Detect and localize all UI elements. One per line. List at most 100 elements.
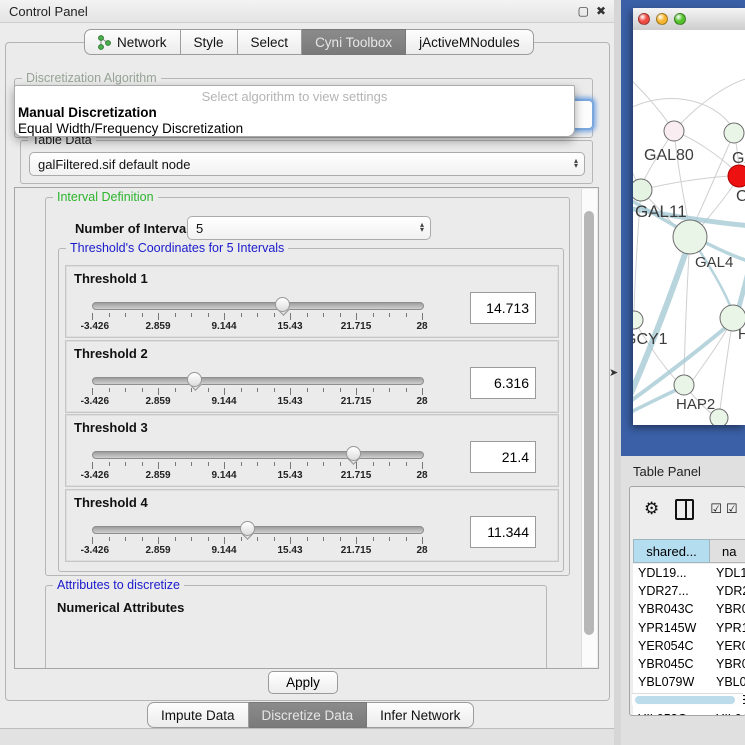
table-row[interactable]: YER054CYER0 <box>633 637 745 655</box>
stepper-icon: ▴▾ <box>420 217 424 239</box>
slider-tick-labels: -3.4262.8599.14415.4321.71528 <box>92 321 422 333</box>
cell-shared-name: YPR145W <box>633 621 708 635</box>
column-header-name[interactable]: na <box>710 539 745 563</box>
attributes-group: Attributes to discretize Numerical Attri… <box>45 585 547 669</box>
tab-label: Cyni Toolbox <box>315 35 392 50</box>
table-data-group: Table Data galFiltered.sif default node … <box>20 140 593 184</box>
algorithm-option-manual[interactable]: Manual Discretization <box>15 104 574 120</box>
tab-style[interactable]: Style <box>181 29 238 55</box>
cell-shared-name: YDL19... <box>633 566 708 580</box>
table-row[interactable]: YIL052CYIL0 <box>633 710 745 717</box>
float-window-icon[interactable]: ▢ <box>578 5 589 17</box>
gear-icon[interactable]: ⚙ <box>644 499 659 519</box>
slider-tick-labels: -3.4262.8599.14415.4321.71528 <box>92 545 422 557</box>
settings-vertical-scrollbar[interactable] <box>581 189 597 667</box>
select-none-checkbox-icon[interactable]: ☑ <box>726 501 738 517</box>
table-header-row: shared... na <box>633 539 745 563</box>
settings-scrollpane: Interval Definition Number of Intervals … <box>14 187 599 669</box>
cell-shared-name: YIL052C <box>633 712 708 716</box>
cell-name: YDL1 <box>708 566 745 580</box>
tab-impute-data[interactable]: Impute Data <box>147 702 249 728</box>
cell-shared-name: YER054C <box>633 639 708 653</box>
node-label: GCY1 <box>633 331 668 348</box>
table-horizontal-scrollbar[interactable] <box>632 693 743 705</box>
threshold-2-slider[interactable] <box>92 377 424 385</box>
table-row[interactable]: YDR27...YDR2 <box>633 582 745 600</box>
table-row[interactable]: YBL079WYBL0 <box>633 673 745 691</box>
threshold-3-panel: Threshold 3-3.4262.8599.14415.4321.71528… <box>65 414 559 487</box>
table-data-value: galFiltered.sif default node <box>38 157 190 172</box>
tab-label: Network <box>117 35 167 50</box>
node-label: HAP2 <box>676 396 715 413</box>
threshold-2-value-field[interactable]: 6.316 <box>470 367 536 399</box>
num-intervals-combobox[interactable]: 5 ▴▾ <box>187 216 431 240</box>
table-toolbar: ⚙ ☑ ☑ <box>630 487 745 531</box>
threshold-4-slider[interactable] <box>92 526 424 534</box>
slider-ticks <box>92 462 422 470</box>
network-node[interactable] <box>674 375 694 395</box>
cell-name: YPR1 <box>708 621 745 635</box>
thresholds-group-title: Threshold's Coordinates for 5 Intervals <box>66 241 288 255</box>
column-header-shared-name[interactable]: shared... <box>633 539 710 563</box>
table-row[interactable]: YPR145WYPR1 <box>633 619 745 637</box>
network-node[interactable] <box>633 179 652 201</box>
edge[interactable] <box>641 176 729 190</box>
network-node[interactable] <box>664 121 684 141</box>
apply-button[interactable]: Apply <box>268 671 338 694</box>
tab-jactivemnodules[interactable]: jActiveMNodules <box>406 29 534 55</box>
network-node[interactable] <box>633 311 643 329</box>
tab-select[interactable]: Select <box>238 29 303 55</box>
minimize-traffic-light-icon[interactable] <box>656 13 668 25</box>
cell-name: YBR0 <box>708 602 745 616</box>
edge[interactable] <box>633 99 732 127</box>
slider-ticks <box>92 313 422 321</box>
network-node[interactable] <box>724 123 744 143</box>
network-canvas[interactable]: GAL80GACGAL11GAL4GCY1HHAP2 <box>633 30 745 425</box>
slider-tick-labels: -3.4262.8599.14415.4321.71528 <box>92 396 422 408</box>
table-row[interactable]: YBR043CYBR0 <box>633 600 745 618</box>
edge[interactable] <box>633 72 674 131</box>
table-panel-title: Table Panel <box>633 464 701 479</box>
network-view-window: GAL80GACGAL11GAL4GCY1HHAP2 <box>633 8 745 425</box>
tab-cyni-toolbox[interactable]: Cyni Toolbox <box>302 29 406 55</box>
numerical-attributes-label: Numerical Attributes <box>57 600 184 615</box>
cell-name: YIL0 <box>708 712 745 716</box>
threshold-3-value-field[interactable]: 21.4 <box>470 441 536 473</box>
attributes-group-title: Attributes to discretize <box>53 578 184 592</box>
tab-network[interactable]: Network <box>84 29 181 55</box>
threshold-1-slider[interactable] <box>92 302 424 310</box>
zoom-traffic-light-icon[interactable] <box>674 13 686 25</box>
table-row[interactable]: YDL19...YDL1 <box>633 564 745 582</box>
close-traffic-light-icon[interactable] <box>638 13 650 25</box>
tab-label: Discretize Data <box>262 708 354 723</box>
threshold-3-slider[interactable] <box>92 451 424 459</box>
cell-name: YBR0 <box>708 657 745 671</box>
network-node[interactable] <box>728 165 745 187</box>
threshold-1-value-field[interactable]: 14.713 <box>470 292 536 324</box>
algorithm-hint: Select algorithm to view settings <box>15 86 574 104</box>
algorithm-option-equal-width[interactable]: Equal Width/Frequency Discretization <box>15 120 574 136</box>
close-icon[interactable]: ✖ <box>596 5 606 17</box>
thresholds-group: Threshold's Coordinates for 5 Intervals … <box>58 248 564 572</box>
control-panel: Control Panel ▢ ✖ Network Style Select Cyni… <box>0 0 615 729</box>
columns-icon[interactable] <box>675 499 694 520</box>
threshold-4-value-field[interactable]: 11.344 <box>470 516 536 548</box>
node-label: GAL80 <box>644 147 694 164</box>
tab-infer-network[interactable]: Infer Network <box>367 702 474 728</box>
top-tab-bar: Network Style Select Cyni Toolbox jActiveMNo… <box>84 29 534 55</box>
num-intervals-value: 5 <box>196 221 203 236</box>
table-data-combobox[interactable]: galFiltered.sif default node ▴▾ <box>29 152 585 176</box>
tab-discretize-data[interactable]: Discretize Data <box>249 702 368 728</box>
threshold-label: Threshold 2 <box>74 346 148 361</box>
network-node[interactable] <box>673 220 707 254</box>
interval-definition-group: Interval Definition Number of Intervals … <box>45 197 570 576</box>
table-row[interactable]: YBR045CYBR0 <box>633 655 745 673</box>
panel-title: Control Panel <box>0 4 88 19</box>
edge-highlighted[interactable] <box>737 237 745 314</box>
network-graph: GAL80GACGAL11GAL4GCY1HHAP2 <box>633 30 745 425</box>
tab-label: Style <box>194 35 224 50</box>
node-label: GAL11 <box>635 202 687 221</box>
select-all-checkbox-icon[interactable]: ☑ <box>710 501 722 517</box>
algorithm-group-title: Discretization Algorithm <box>22 71 161 85</box>
stepper-icon: ▴▾ <box>574 153 578 175</box>
